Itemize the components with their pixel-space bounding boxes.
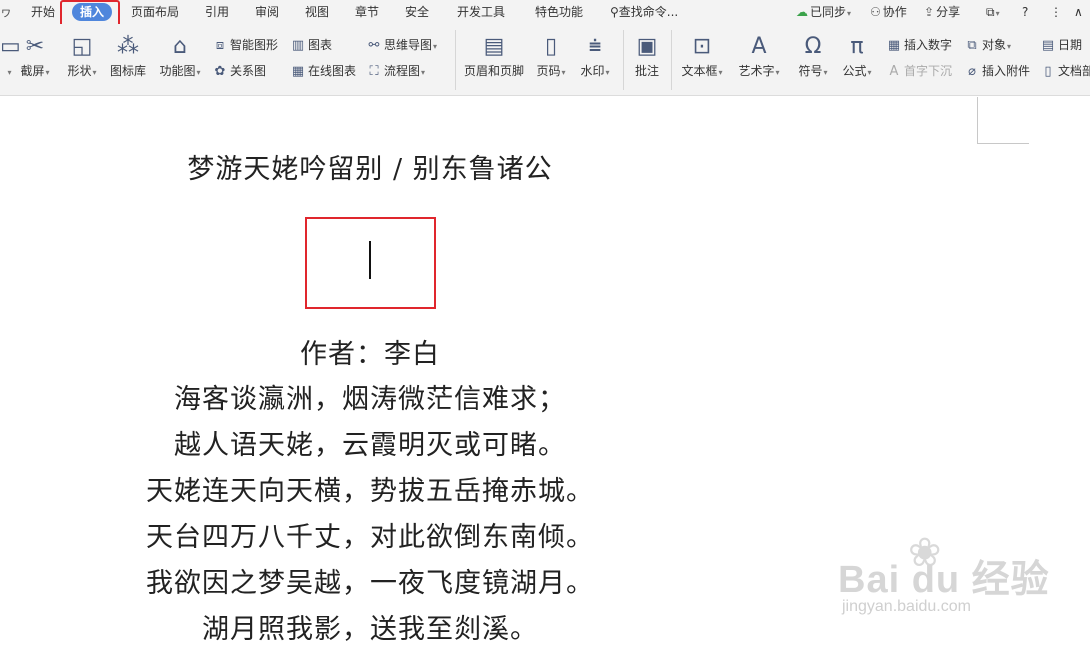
ribbon-separator [455, 30, 456, 90]
baidu-watermark: ❀ Bai du 经验 jingyan.baidu.com [838, 530, 1050, 615]
building-icon: ⌂ [173, 34, 187, 59]
bar-chart-icon: ▥ [291, 38, 305, 53]
poem-line: 天姥连天向天横，势拔五岳掩赤城。 [146, 476, 594, 507]
shape-icon: ◱ [71, 34, 93, 59]
watermark-button[interactable]: ⩧ 水印▾ [576, 32, 614, 80]
page-margin-corner [977, 97, 978, 143]
icon-library-button[interactable]: ⁂ 图标库 [108, 32, 148, 80]
image-icon: ▭ [0, 34, 21, 59]
textbox-icon: ⊡ [692, 34, 712, 59]
relation-icon: ✿ [214, 64, 226, 79]
screenshot-button[interactable]: ✂ 截屏▾ [18, 32, 52, 80]
tab-references[interactable]: 引用 [205, 4, 229, 20]
textbox-button[interactable]: ⊡ 文本框▾ [678, 32, 726, 80]
scissors-icon: ✂ [25, 34, 45, 59]
header-footer-button[interactable]: ▤ 页眉和页脚 [462, 32, 526, 80]
poem-title: 梦游天姥吟留别 / 别东鲁诸公 [187, 154, 553, 185]
cloud-sync-icon: ☁ [796, 5, 808, 19]
icon-library-icon: ⁂ [117, 34, 139, 59]
insert-ribbon: ▭ ▾ ✂ 截屏▾ ◱ 形状▾ ⁂ 图标库 ⌂ 功能图▾ ⧈ 智能图形 ▥ 图表 ⚯ 思维导图▾… [0, 24, 1090, 96]
layout-toggle-icon[interactable]: ⧉▾ [986, 4, 1000, 20]
online-chart-button[interactable]: ▦ 在线图表 [290, 62, 356, 80]
share-button[interactable]: ⇪ 分享 [924, 4, 960, 20]
omega-icon: Ω [804, 34, 822, 59]
page-number-icon: ▯ [544, 34, 558, 59]
search-command[interactable]: ⚲查找命令... [610, 4, 678, 20]
poem-line: 湖月照我影，送我至剡溪。 [202, 614, 538, 645]
tab-page-layout[interactable]: 页面布局 [131, 4, 179, 20]
cursor-highlight-box [305, 217, 436, 309]
header-footer-icon: ▤ [483, 34, 505, 59]
document-parts-button[interactable]: ▯ 文档部 [1040, 62, 1090, 80]
poem-line: 天台四万八千丈，对此欲倒东南倾。 [146, 522, 594, 553]
object-icon: ⧉ [967, 38, 977, 53]
chart-button[interactable]: ▥ 图表 [290, 36, 332, 54]
mindmap-icon: ⚯ [368, 38, 380, 53]
menu-collapse-icon[interactable]: ヮ [0, 4, 12, 20]
smart-shape-icon: ⧈ [215, 38, 225, 53]
wordart-button[interactable]: A 艺术字▾ [734, 32, 784, 80]
object-button[interactable]: ⧉ 对象▾ [964, 36, 1011, 54]
ribbon-separator [671, 30, 672, 90]
collab-button[interactable]: ⚇ 协作 [870, 4, 907, 20]
comment-icon: ▣ [636, 34, 658, 59]
tab-review[interactable]: 审阅 [255, 4, 279, 20]
function-chart-button[interactable]: ⌂ 功能图▾ [156, 32, 204, 80]
search-icon: ⚲ [610, 5, 619, 19]
mindmap-button[interactable]: ⚯ 思维导图▾ [366, 36, 437, 54]
drop-cap-button: A 首字下沉 [886, 62, 952, 80]
insert-attachment-button[interactable]: ⌀ 插入附件 [964, 62, 1030, 80]
number-icon: ▦ [887, 38, 901, 53]
share-icon: ⇪ [924, 5, 935, 19]
formula-button[interactable]: π 公式▾ [838, 32, 876, 80]
watermark-icon: ⩧ [588, 34, 602, 59]
online-chart-icon: ▦ [291, 64, 305, 79]
poem-line: 我欲因之梦吴越，一夜飞度镜湖月。 [146, 568, 594, 599]
text-cursor [369, 241, 371, 279]
poem-line: 越人语天姥，云霞明灭或可睹。 [174, 430, 566, 461]
tab-view[interactable]: 视图 [305, 4, 329, 20]
ribbon-left-cut-button[interactable]: ▭ ▾ [0, 32, 21, 80]
comment-button[interactable]: ▣ 批注 [630, 32, 664, 80]
calendar-icon: ▤ [1041, 38, 1055, 53]
more-icon[interactable]: ⋮ [1050, 4, 1062, 20]
poem-line: 海客谈瀛洲，烟涛微茫信难求； [174, 384, 566, 415]
paperclip-icon: ⌀ [968, 64, 976, 79]
symbol-button[interactable]: Ω 符号▾ [794, 32, 832, 80]
shape-button[interactable]: ◱ 形状▾ [62, 32, 102, 80]
tab-home[interactable]: 开始 [31, 4, 55, 20]
page-number-button[interactable]: ▯ 页码▾ [532, 32, 570, 80]
drop-cap-icon: A [889, 64, 899, 79]
menu-bar: ヮ 开始 插入 页面布局 引用 审阅 视图 章节 安全 开发工具 特色功能 ⚲查… [0, 0, 1090, 24]
tab-special-features[interactable]: 特色功能 [535, 4, 583, 20]
flowchart-button[interactable]: ⛶ 流程图▾ [366, 62, 425, 80]
wordart-icon: A [751, 34, 767, 59]
pi-icon: π [850, 34, 864, 59]
smart-shape-button[interactable]: ⧈ 智能图形 [212, 36, 278, 54]
ribbon-separator [623, 30, 624, 90]
tab-developer[interactable]: 开发工具 [457, 4, 505, 20]
relation-chart-button[interactable]: ✿ 关系图 [212, 62, 266, 80]
person-icon: ⚇ [870, 5, 881, 19]
sync-status[interactable]: ☁ 已同步▾ [796, 4, 851, 20]
poem-author: 作者：李白 [300, 339, 440, 370]
tab-security[interactable]: 安全 [405, 4, 429, 20]
date-button[interactable]: ▤ 日期 [1040, 36, 1082, 54]
insert-number-button[interactable]: ▦ 插入数字 [886, 36, 952, 54]
tab-chapter[interactable]: 章节 [355, 4, 379, 20]
help-icon[interactable]: ? [1022, 4, 1028, 20]
flowchart-icon: ⛶ [369, 64, 379, 79]
collapse-ribbon-icon[interactable]: ∧ [1074, 4, 1083, 20]
page-margin-corner [977, 143, 1029, 144]
document-icon: ▯ [1044, 64, 1052, 79]
